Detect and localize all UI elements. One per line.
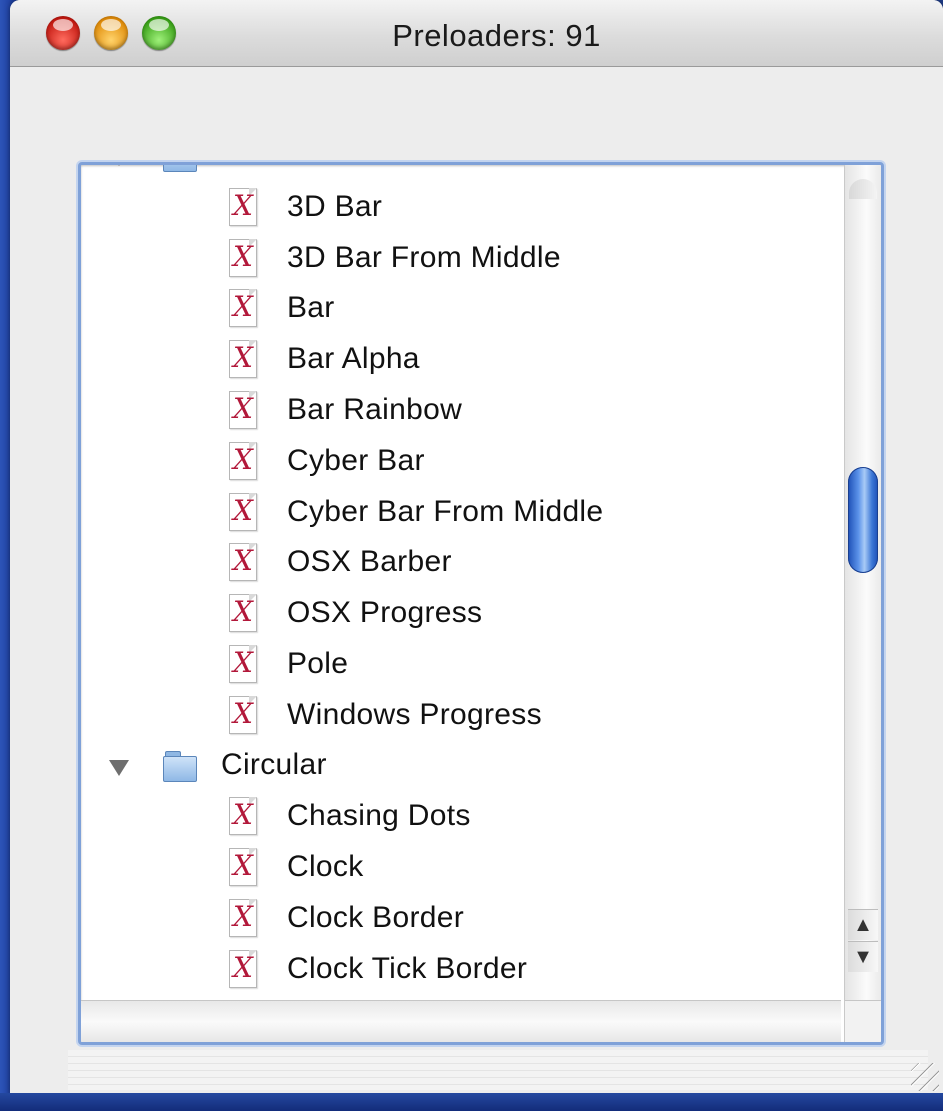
disclosure-triangle-icon[interactable]: [109, 165, 129, 166]
scroll-down-arrow-icon[interactable]: ▼: [848, 941, 878, 972]
preloader-file-icon: X: [229, 238, 259, 277]
resize-grip-icon[interactable]: [911, 1063, 939, 1091]
folder-icon: [163, 750, 197, 782]
preloader-item-label: Bar Alpha: [287, 342, 420, 376]
preloader-item-label: Clock Tick Border: [287, 951, 528, 985]
window-title: Preloaders: 91: [392, 18, 601, 53]
preloader-file-icon: X: [229, 289, 259, 328]
preloader-item-label: Bar Rainbow: [287, 393, 463, 426]
preloader-file-icon: X: [229, 797, 259, 836]
horizontal-scrollbar[interactable]: [81, 1000, 841, 1042]
preloader-item-label: Chasing Dots: [287, 799, 471, 833]
preloader-file-icon: X: [229, 695, 259, 734]
scroll-track-top: [849, 179, 877, 199]
preloader-item-row[interactable]: X Pole: [81, 640, 841, 690]
desktop-background-bottom: [0, 1093, 943, 1111]
preloader-item-row[interactable]: X Cyber Bar From Middle: [81, 488, 841, 538]
group-row[interactable]: Bars: [81, 165, 841, 182]
preloader-file-icon: X: [229, 543, 259, 582]
vertical-scroll-thumb[interactable]: [848, 467, 878, 573]
window-titlebar[interactable]: Preloaders: 91: [10, 0, 943, 67]
outline-rows: Bars X 3D Bar X 3D Bar From Middle X Bar X Bar A…: [81, 165, 841, 1000]
scroll-up-arrow-icon[interactable]: ▲: [848, 909, 878, 940]
preloader-item-row[interactable]: X 3D Bar: [81, 183, 841, 233]
preloader-file-icon: X: [229, 899, 259, 937]
preloader-file-icon: X: [229, 391, 259, 429]
preloader-item-label: Pole: [287, 647, 349, 680]
preloader-item-label: Cyber Bar: [287, 443, 425, 477]
preloader-item-label: Bar: [287, 291, 335, 325]
preloader-item-label: Cyber Bar From Middle: [287, 494, 604, 528]
preloader-item-row[interactable]: X OSX Progress: [81, 589, 841, 639]
preloader-item-row[interactable]: X Bar Rainbow: [81, 386, 841, 436]
preloader-item-label: Clock Border: [287, 901, 464, 934]
preloader-file-icon: X: [229, 645, 259, 683]
preloaders-window: Preloaders: 91 Bars X 3D Bar X 3D Bar From M…: [10, 0, 943, 1095]
preloader-file-icon: X: [229, 441, 259, 480]
preloader-item-row[interactable]: X OSX Barber: [81, 538, 841, 588]
preloader-item-label: Clock: [287, 850, 364, 884]
window-bottom-bar: [68, 1050, 928, 1090]
preloader-item-row[interactable]: X Windows Progress: [81, 691, 841, 741]
folder-icon: [163, 165, 197, 172]
preloader-item-row[interactable]: X Cyber Bar: [81, 437, 841, 487]
preloader-item-row[interactable]: X 3D Bar From Middle: [81, 234, 841, 284]
preloader-file-icon: X: [229, 848, 259, 887]
preloader-item-row[interactable]: X Bar: [81, 284, 841, 334]
vertical-scrollbar[interactable]: ▲ ▼: [844, 165, 881, 1000]
preloader-outline-view: Bars X 3D Bar X 3D Bar From Middle X Bar X Bar A…: [78, 162, 884, 1045]
preloader-item-row[interactable]: X Clock Tick Border: [81, 945, 841, 995]
preloader-item-label: Windows Progress: [287, 697, 542, 731]
preloader-item-row[interactable]: X Bar Alpha: [81, 335, 841, 385]
preloader-file-icon: X: [229, 949, 259, 988]
preloader-file-icon: X: [229, 340, 259, 379]
preloader-file-icon: X: [229, 492, 259, 531]
preloader-file-icon: X: [229, 187, 259, 226]
group-row[interactable]: Circular: [81, 742, 841, 792]
preloader-file-icon: X: [229, 594, 259, 633]
group-label: Bars: [221, 165, 284, 172]
preloader-item-row[interactable]: X Clock Border: [81, 894, 841, 944]
disclosure-triangle-icon[interactable]: [109, 759, 129, 776]
scrollbar-corner: [844, 1000, 881, 1042]
group-label: Circular: [221, 747, 327, 781]
preloader-item-label: 3D Bar: [287, 189, 383, 223]
preloader-item-row[interactable]: X Clock: [81, 843, 841, 893]
preloader-item-label: OSX Progress: [287, 596, 483, 630]
preloader-item-label: 3D Bar From Middle: [287, 240, 561, 274]
preloader-item-label: OSX Barber: [287, 545, 452, 579]
preloader-item-row[interactable]: X Chasing Dots: [81, 792, 841, 842]
